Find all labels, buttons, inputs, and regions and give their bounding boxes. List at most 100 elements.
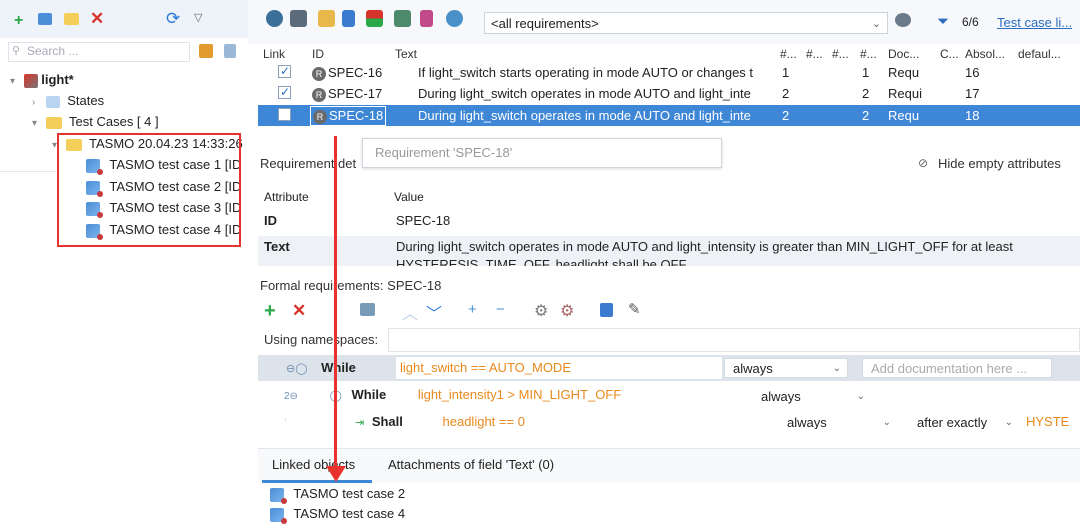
table-row[interactable]: R SPEC-18 During light_switch operates in… [258,105,1080,126]
chevron-up-icon[interactable]: ︿ [402,300,418,324]
refresh-icon[interactable]: ⟳ [166,9,180,29]
link-checkbox[interactable] [278,108,291,121]
settings-alt-icon[interactable]: ⚙ [560,301,574,321]
popup-text: Requirement 'SPEC-18' [375,145,513,160]
minus-icon[interactable]: − [496,301,505,318]
attr-row-text[interactable]: Text During light_switch operates in mod… [258,236,1080,266]
folder-icon [45,116,62,129]
puzzle-icon[interactable] [290,10,307,27]
book-icon[interactable] [600,303,613,317]
sort-icon[interactable] [420,10,433,27]
highlight-box [57,133,241,247]
test-case-link[interactable]: Test case li... [997,15,1072,30]
brush-icon[interactable]: ✎ [628,300,641,318]
timing-select[interactable]: always ⌄ [778,412,898,430]
tree-root[interactable]: ▾ light* [10,69,74,90]
add-icon[interactable]: + [14,12,23,30]
attr-text-value-2: HYSTERESIS_TIME_OFF, headlight shall be … [396,257,689,266]
linked-item[interactable]: TASMO test case 4 [270,503,405,524]
eye-icon[interactable] [895,13,911,27]
sort-tree-icon[interactable] [224,44,236,58]
document-icon[interactable] [342,10,355,27]
filter-icon[interactable]: ⏷ [937,13,949,30]
col-id[interactable]: ID [312,47,324,61]
tab-attachments[interactable]: Attachments of field 'Text' (0) [388,457,554,472]
formal-row[interactable]: ⊖◯ While [286,355,356,381]
link-checkbox[interactable] [278,82,291,103]
delay-value: after exactly [917,415,988,430]
requirement-filter-select[interactable]: <all requirements> ⌄ [484,12,888,34]
search-placeholder: Search ... [27,44,79,58]
timing-select[interactable]: always ⌄ [724,358,848,378]
req-doc: Requi [888,86,922,101]
filter-tree-icon[interactable] [199,44,213,58]
requirement-icon: R [312,87,326,102]
settings-icon[interactable]: ⚙ [534,301,548,321]
chevron-down-icon[interactable]: ▽ [194,11,202,24]
formal-expression: light_intensity1 > MIN_LIGHT_OFF [417,387,622,402]
hide-icon[interactable]: ⊘ [918,156,928,170]
req-count: 2 [782,86,790,101]
expand-icon[interactable]: 2⊖ [284,391,298,402]
chart-icon[interactable] [366,10,383,27]
documentation-input[interactable]: Add documentation here ... [862,358,1052,378]
col-doc[interactable]: Doc... [888,47,919,61]
req-id: R SPEC-16 [312,62,382,83]
linked-item[interactable]: TASMO test case 2 [270,483,405,504]
timing-value: always [761,389,801,404]
col-count[interactable]: #... [860,47,877,61]
gear-icon[interactable] [266,10,283,27]
col-count[interactable]: #... [832,47,849,61]
namespaces-input[interactable] [388,328,1080,352]
hide-empty-toggle[interactable]: Hide empty attributes [938,156,1061,171]
indent-icon[interactable] [360,303,375,316]
linked-item-label: TASMO test case 2 [293,486,406,501]
req-absolute: 18 [965,108,980,123]
delay-select[interactable]: after exactly ⌄ [908,412,1020,430]
bottom-tab-bar [258,448,1080,483]
namespaces-label: Using namespaces: [264,332,379,347]
tree-test-cases[interactable]: ▾ Test Cases [ 4 ] [32,111,159,132]
annotation-arrow-head [326,466,346,482]
col-absolute[interactable]: Absol... [965,47,1005,61]
chevron-down-icon: ⌄ [871,18,881,30]
col-count[interactable]: #... [780,47,797,61]
collapse-icon[interactable]: ▾ [32,113,42,134]
plus-icon[interactable]: + [468,301,477,318]
col-default[interactable]: defaul... [1018,47,1061,61]
expand-icon[interactable]: ⊖◯ [286,363,308,375]
req-count: 1 [782,65,790,80]
attr-row-id[interactable]: ID SPEC-18 [258,210,1080,232]
table-row[interactable]: RSPEC-17 During light_switch operates in… [258,82,1080,104]
requirement-icon: R [312,66,326,81]
delete-icon[interactable]: ✕ [90,9,104,29]
clock-icon[interactable] [446,10,463,27]
formal-keyword: While [351,387,387,402]
col-c[interactable]: C... [940,47,959,61]
link-checkbox[interactable] [278,61,291,82]
chevron-down-icon[interactable]: ﹀ [426,300,442,324]
add-list-icon[interactable] [38,13,52,25]
col-link[interactable]: Link [263,47,285,61]
expand-icon[interactable]: ▾ [10,71,20,92]
table-icon[interactable] [318,10,335,27]
table-row[interactable]: RSPEC-16 If light_switch starts operatin… [258,61,1080,83]
delete-icon[interactable]: ✕ [292,301,306,321]
add-icon[interactable]: + [264,300,276,323]
timing-value: always [733,361,773,376]
timing-select[interactable]: always ⌄ [752,386,872,406]
new-folder-icon[interactable] [64,13,79,25]
tree-states[interactable]: › States [32,90,104,111]
formal-expression: light_switch == AUTO_MODE [400,360,571,375]
req-id-text: SPEC-17 [328,86,383,101]
formal-row[interactable]: ʾ ⇥ Shall headlight == 0 [284,409,525,431]
align-icon[interactable] [394,10,411,27]
expand-icon[interactable]: › [32,92,42,113]
value-header: Value [394,190,424,204]
col-text[interactable]: Text [395,47,417,61]
expand-icon[interactable]: ʾ [284,418,287,429]
req-id: R SPEC-18 [310,106,387,126]
expression-input[interactable]: light_switch == AUTO_MODE [396,357,722,379]
col-count[interactable]: #... [806,47,823,61]
search-input[interactable]: ⚲ Search ... [8,42,190,62]
